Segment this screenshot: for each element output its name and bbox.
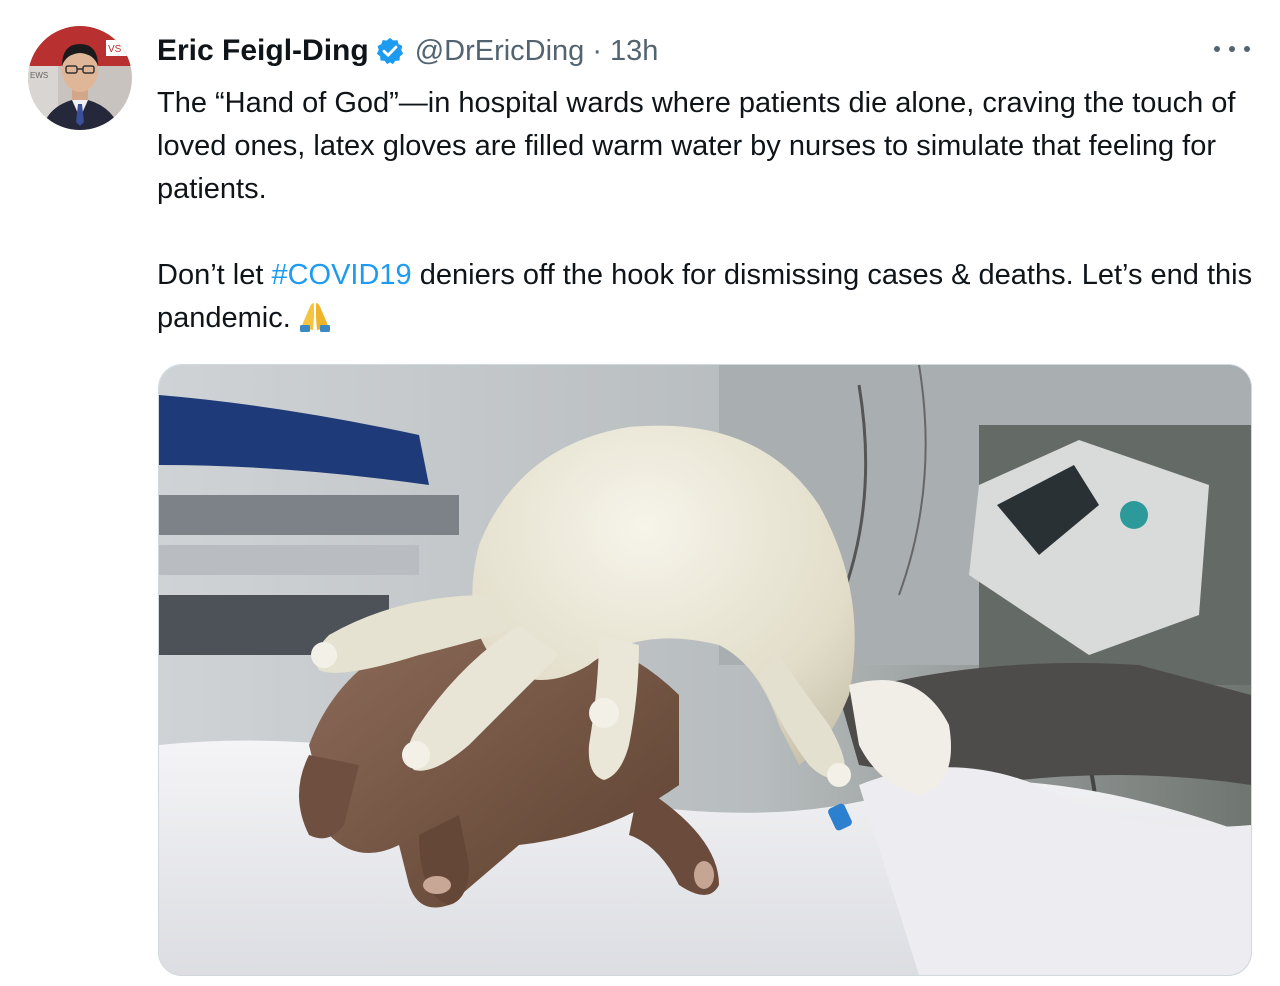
separator-dot: · — [592, 34, 602, 67]
hashtag-link[interactable]: #COVID19 — [271, 259, 411, 291]
hospital-glove-photo — [159, 365, 1251, 975]
more-options-icon[interactable] — [1214, 34, 1250, 64]
avatar-badge-text: VS • I — [108, 44, 132, 55]
tweet-paragraph-2: Don’t let #COVID19 deniers off the hook … — [157, 254, 1257, 340]
avatar-image: VS • I EWS — [28, 26, 132, 130]
tweet-text-segment: Don’t let — [157, 259, 272, 291]
more-dot — [1244, 46, 1250, 52]
avatar-side-text: EWS — [30, 71, 48, 80]
more-dot — [1214, 46, 1220, 52]
folded-hands-emoji-icon — [297, 299, 333, 333]
more-dot — [1229, 46, 1235, 52]
verified-badge-icon — [375, 36, 405, 66]
tweet-text: The “Hand of God”—in hospital wards wher… — [157, 82, 1257, 340]
display-name[interactable]: Eric Feigl-Ding — [157, 34, 369, 68]
tweet-photo[interactable] — [158, 364, 1252, 976]
timestamp[interactable]: 13h — [610, 35, 658, 68]
tweet-header: Eric Feigl-Ding @DrEricDing · 13h — [157, 28, 658, 74]
tweet-paragraph-1: The “Hand of God”—in hospital wards wher… — [157, 87, 1236, 205]
tweet: VS • I EWS Eric Feigl-Ding @DrEricDing ·… — [0, 0, 1280, 986]
handle[interactable]: @DrEricDing — [415, 35, 585, 68]
avatar[interactable]: VS • I EWS — [28, 26, 132, 130]
